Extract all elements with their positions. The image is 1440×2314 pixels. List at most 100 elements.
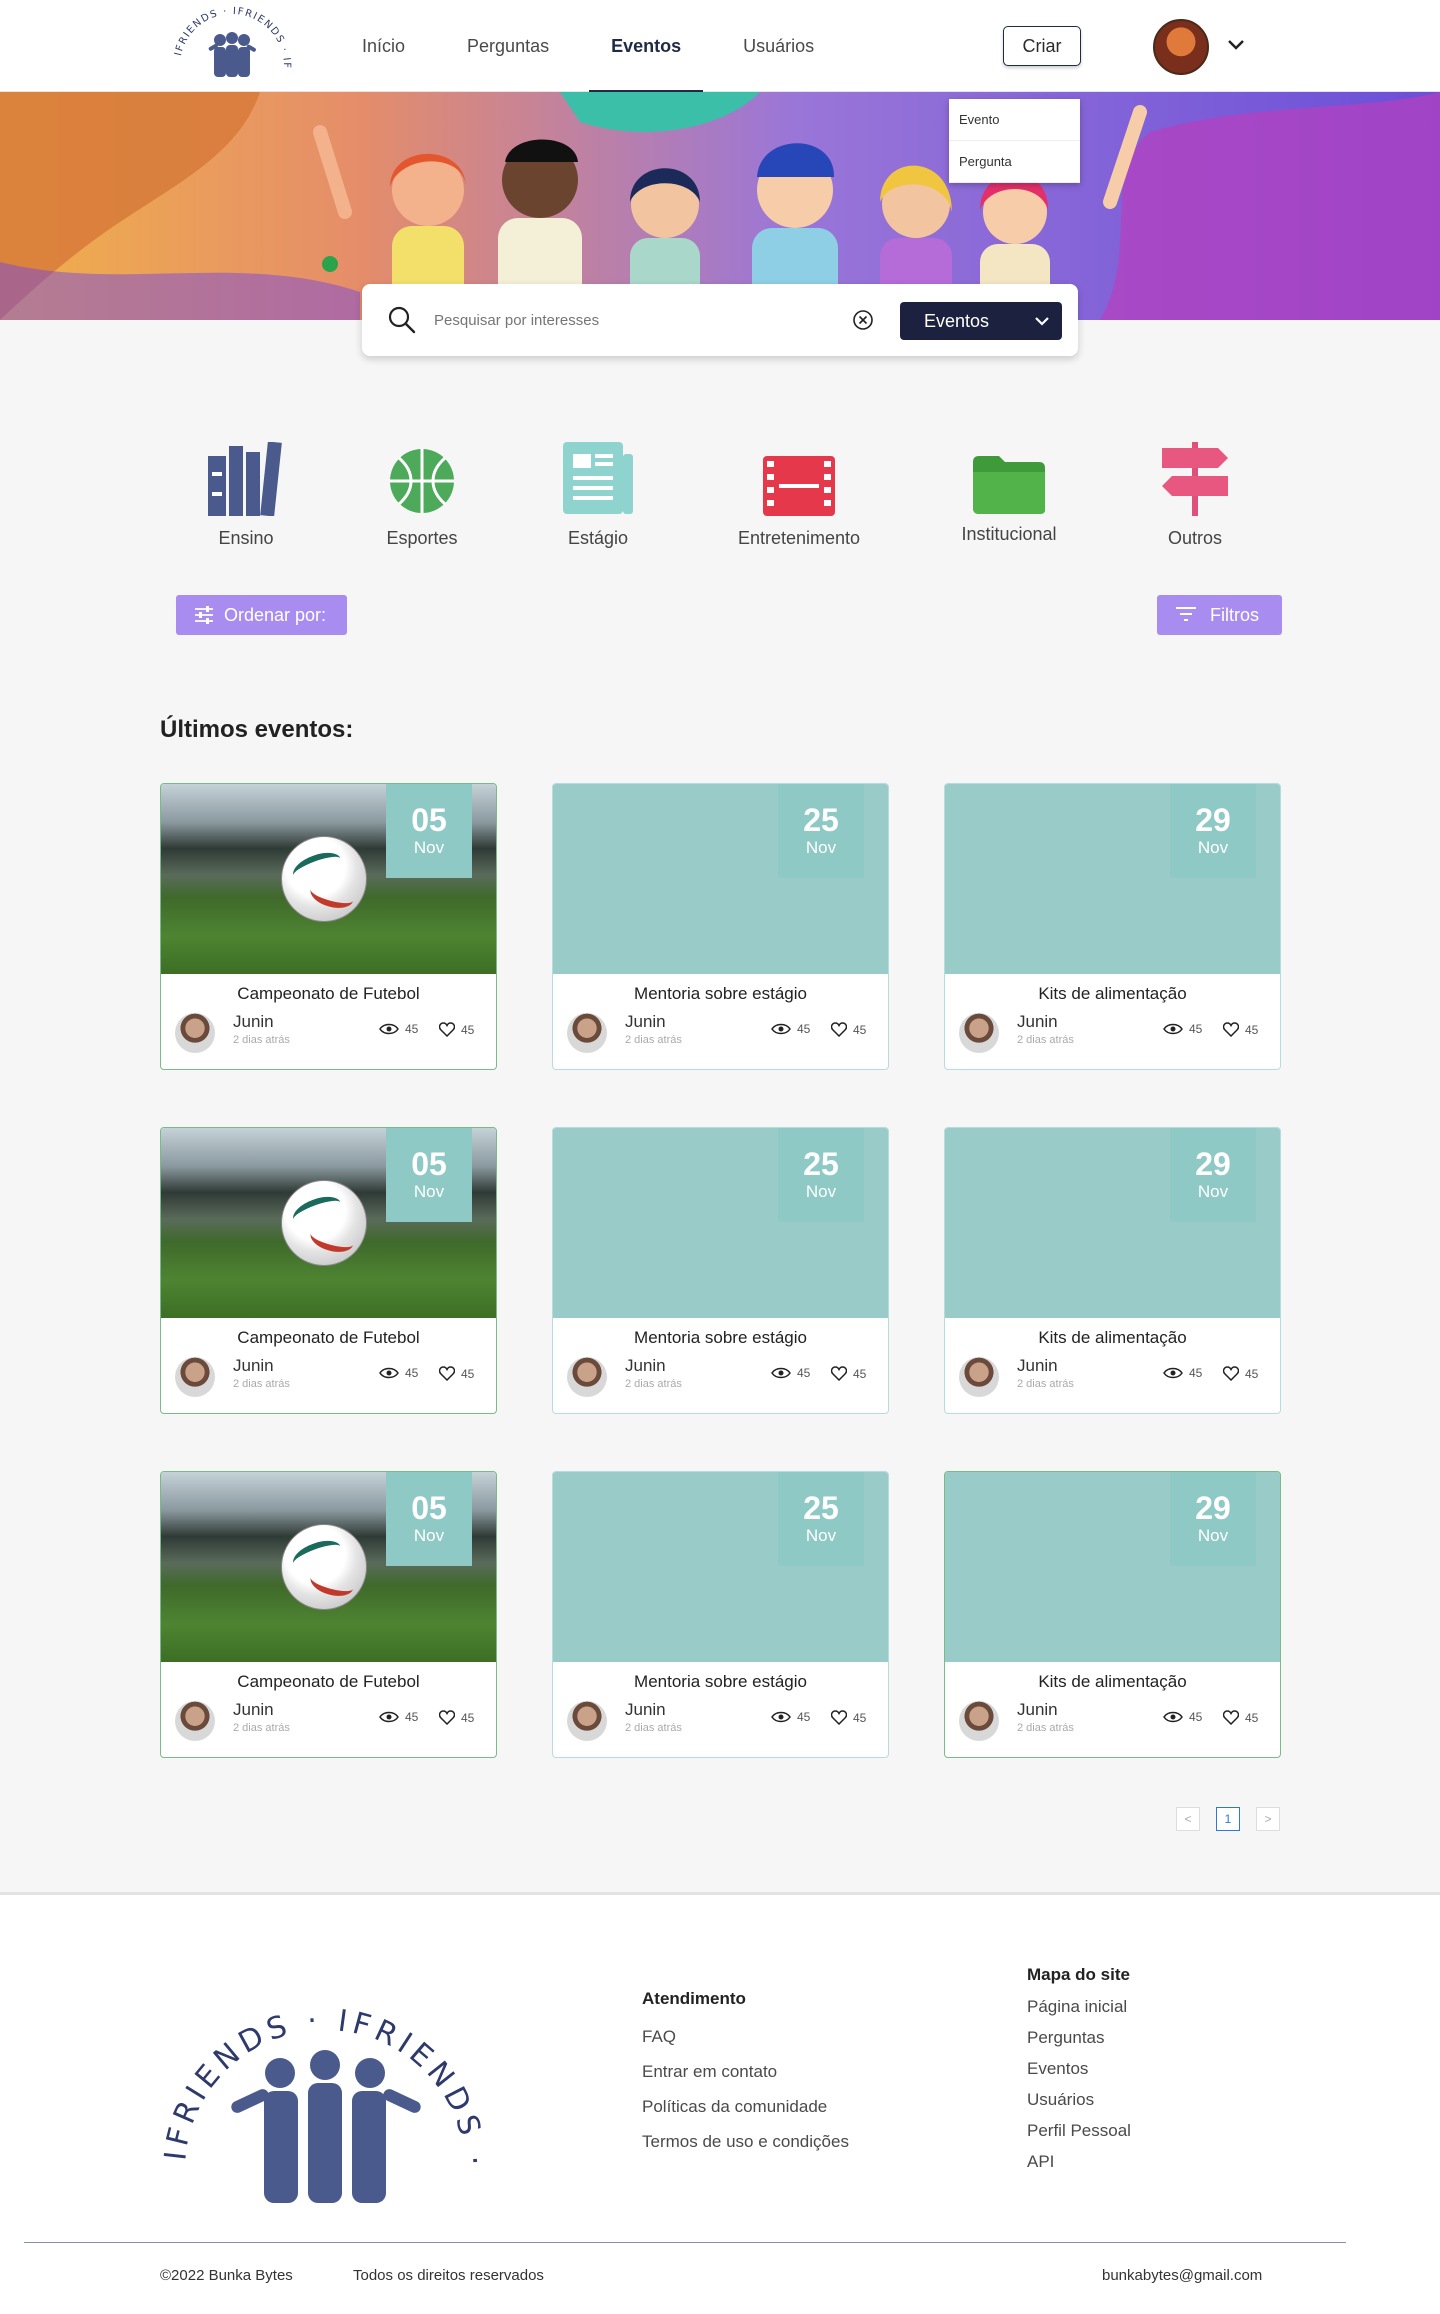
footer-link-eventos[interactable]: Eventos xyxy=(1027,2059,1131,2079)
likes-value: 45 xyxy=(461,1710,475,1725)
ifriends-logo[interactable]: IFRIENDS · IFRIENDS · IFRIENDS xyxy=(170,4,294,90)
event-card[interactable]: 29 Nov Kits de alimentação Junin 2 dias atrá… xyxy=(944,1471,1281,1758)
category-estagio[interactable]: Estágio xyxy=(518,436,678,549)
author-name[interactable]: Junin xyxy=(625,1356,666,1376)
heart-icon xyxy=(439,1366,455,1381)
footer-link-contato[interactable]: Entrar em contato xyxy=(642,2062,849,2082)
heart-icon xyxy=(831,1022,847,1037)
nav-perguntas[interactable]: Perguntas xyxy=(445,0,571,92)
event-card[interactable]: 29 Nov Kits de alimentação Junin 2 dias atrá… xyxy=(944,1127,1281,1414)
views-count: 45 xyxy=(1163,1710,1202,1724)
event-card[interactable]: 25 Nov Mentoria sobre estágio Junin 2 dias a… xyxy=(552,1127,889,1414)
pagination-prev[interactable]: < xyxy=(1176,1807,1200,1831)
category-outros[interactable]: Outros xyxy=(1115,436,1275,549)
footer-heading: Atendimento xyxy=(642,1989,746,2008)
post-time: 2 dias atrás xyxy=(1017,1378,1074,1390)
footer-link-api[interactable]: API xyxy=(1027,2152,1131,2172)
soccer-ball-image xyxy=(281,1524,367,1610)
likes-count[interactable]: 45 xyxy=(439,1366,474,1381)
likes-count[interactable]: 45 xyxy=(831,1366,866,1381)
event-day: 25 xyxy=(803,1146,839,1182)
event-day: 05 xyxy=(411,802,447,838)
author-avatar[interactable] xyxy=(175,1357,215,1397)
author-name[interactable]: Junin xyxy=(1017,1012,1058,1032)
author-name[interactable]: Junin xyxy=(625,1012,666,1032)
category-label: Ensino xyxy=(218,528,274,548)
clear-icon[interactable] xyxy=(852,309,874,331)
search-type-select[interactable]: Eventos xyxy=(900,302,1062,340)
likes-count[interactable]: 45 xyxy=(831,1710,866,1725)
eye-icon xyxy=(1163,1023,1183,1035)
author-avatar[interactable] xyxy=(175,1701,215,1741)
event-card[interactable]: 05 Nov Campeonato de Futebol Junin 2 dias at… xyxy=(160,1127,497,1414)
basketball-icon xyxy=(390,449,454,513)
views-count: 45 xyxy=(771,1710,810,1724)
heart-icon xyxy=(831,1710,847,1725)
event-card[interactable]: 29 Nov Kits de alimentação Junin 2 dias atrá… xyxy=(944,783,1281,1070)
likes-count[interactable]: 45 xyxy=(439,1710,474,1725)
likes-value: 45 xyxy=(1245,1366,1259,1381)
create-menu-pergunta[interactable]: Pergunta xyxy=(949,141,1080,183)
event-title: Kits de alimentação xyxy=(1038,984,1187,1003)
event-card[interactable]: 05 Nov Campeonato de Futebol Junin 2 dias at… xyxy=(160,783,497,1070)
author-name[interactable]: Junin xyxy=(233,1012,274,1032)
user-avatar[interactable] xyxy=(1153,19,1209,75)
nav-inicio[interactable]: Início xyxy=(340,0,427,92)
author-name[interactable]: Junin xyxy=(1017,1356,1058,1376)
create-button[interactable]: Criar xyxy=(1003,26,1081,66)
likes-count[interactable]: 45 xyxy=(1223,1710,1258,1725)
nav-usuarios[interactable]: Usuários xyxy=(721,0,836,92)
event-card[interactable]: 05 Nov Campeonato de Futebol Junin 2 dias at… xyxy=(160,1471,497,1758)
footer-email[interactable]: bunkabytes@gmail.com xyxy=(1102,2267,1262,2284)
likes-count[interactable]: 45 xyxy=(831,1022,866,1037)
author-avatar[interactable] xyxy=(959,1013,999,1053)
author-avatar[interactable] xyxy=(175,1013,215,1053)
author-avatar[interactable] xyxy=(567,1701,607,1741)
event-image: 25 Nov xyxy=(553,1472,888,1662)
footer-link-perguntas[interactable]: Perguntas xyxy=(1027,2028,1131,2048)
author-name[interactable]: Junin xyxy=(233,1700,274,1720)
event-date-badge: 05 Nov xyxy=(386,1128,472,1222)
likes-value: 45 xyxy=(853,1710,867,1725)
filter-button[interactable]: Filtros xyxy=(1157,595,1282,635)
likes-count[interactable]: 45 xyxy=(1223,1366,1258,1381)
footer-rights: Todos os direitos reservados xyxy=(353,2267,544,2284)
heart-icon xyxy=(439,1022,455,1037)
author-name[interactable]: Junin xyxy=(1017,1700,1058,1720)
event-card[interactable]: 25 Nov Mentoria sobre estágio Junin 2 dias a… xyxy=(552,1471,889,1758)
views-count: 45 xyxy=(1163,1022,1202,1036)
likes-count[interactable]: 45 xyxy=(439,1022,474,1037)
event-month: Nov xyxy=(805,1526,837,1545)
pagination-next[interactable]: > xyxy=(1256,1807,1280,1831)
category-esportes[interactable]: Esportes xyxy=(342,436,502,549)
post-time: 2 dias atrás xyxy=(625,1378,682,1390)
footer-link-termos[interactable]: Termos de uso e condições xyxy=(642,2132,849,2152)
category-institucional[interactable]: Institucional xyxy=(929,436,1089,545)
chevron-down-icon[interactable] xyxy=(1226,34,1246,54)
create-menu-evento[interactable]: Evento xyxy=(949,99,1080,141)
author-avatar[interactable] xyxy=(959,1357,999,1397)
category-entretenimento[interactable]: Entretenimento xyxy=(719,436,879,549)
footer-link-inicial[interactable]: Página inicial xyxy=(1027,1997,1131,2017)
event-month: Nov xyxy=(413,838,445,857)
author-avatar[interactable] xyxy=(959,1701,999,1741)
sort-button[interactable]: Ordenar por: xyxy=(176,595,347,635)
event-card[interactable]: 25 Nov Mentoria sobre estágio Junin 2 dias a… xyxy=(552,783,889,1070)
footer-link-usuarios[interactable]: Usuários xyxy=(1027,2090,1131,2110)
event-date-badge: 05 Nov xyxy=(386,1472,472,1566)
author-name[interactable]: Junin xyxy=(625,1700,666,1720)
author-avatar[interactable] xyxy=(567,1357,607,1397)
author-avatar[interactable] xyxy=(567,1013,607,1053)
event-date-badge: 29 Nov xyxy=(1170,1472,1256,1566)
eye-icon xyxy=(379,1023,399,1035)
footer-link-faq[interactable]: FAQ xyxy=(642,2027,849,2047)
pagination-page[interactable]: 1 xyxy=(1216,1807,1240,1831)
category-ensino[interactable]: Ensino xyxy=(166,436,326,549)
footer-link-perfil[interactable]: Perfil Pessoal xyxy=(1027,2121,1131,2141)
author-name[interactable]: Junin xyxy=(233,1356,274,1376)
eye-icon xyxy=(771,1023,791,1035)
footer-link-politicas[interactable]: Políticas da comunidade xyxy=(642,2097,849,2117)
likes-count[interactable]: 45 xyxy=(1223,1022,1258,1037)
nav-eventos[interactable]: Eventos xyxy=(589,0,704,92)
search-input[interactable] xyxy=(434,306,834,334)
